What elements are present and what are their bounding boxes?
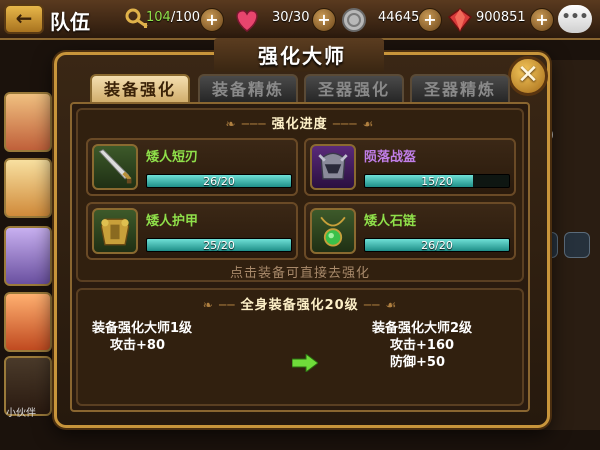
equipment-card-stone-necklace[interactable]: 矮人石链 26/20	[304, 202, 516, 260]
add-stamina-button[interactable]: +	[200, 8, 224, 32]
progress-text: 15/20	[421, 175, 453, 188]
dialog-title: 强化大师	[258, 44, 346, 68]
progress-section-title: ❧ ─── 强化进度 ─── ☙	[225, 117, 375, 132]
next-master-level: 装备强化大师2级 攻击+160 防御+50	[372, 320, 472, 371]
chat-button[interactable]: •••	[558, 5, 592, 33]
progress-bar: 26/20	[364, 238, 510, 252]
stamina-max: /100	[170, 10, 201, 25]
green-right-arrow-icon	[292, 354, 318, 372]
ornament-right-icon: ── ☙	[358, 298, 398, 312]
ornament-right-icon: ─── ☙	[327, 117, 375, 131]
equipment-name: 矮人短刃	[146, 150, 199, 165]
tab-relic-refine[interactable]: 圣器精炼	[410, 74, 510, 104]
equipment-card-war-helmet[interactable]: 陨落战盔 15/20	[304, 138, 516, 196]
short-blade-icon	[92, 144, 138, 190]
progress-bar: 15/20	[364, 174, 510, 188]
progress-bar: 25/20	[146, 238, 292, 252]
hint-text: 点击装备可直接去强化	[229, 266, 370, 281]
page-title: 队伍	[50, 10, 90, 34]
current-bonus-attack: 攻击+80	[110, 338, 165, 353]
current-master-level: 装备强化大师1级 攻击+80	[92, 320, 192, 354]
equipment-name: 矮人护甲	[146, 214, 199, 229]
add-gems-button[interactable]: +	[530, 8, 554, 32]
master-section-title: ❧ ── 全身装备强化20级 ── ☙	[202, 298, 398, 313]
hearts-count: 30/30	[272, 10, 310, 25]
back-button[interactable]: ←	[4, 4, 44, 34]
stone-necklace-icon	[310, 208, 356, 254]
equipment-card-armor[interactable]: 矮人护甲 25/20	[86, 202, 298, 260]
close-icon: ✕	[517, 60, 539, 90]
tab-equipment-refine[interactable]: 装备精炼	[198, 74, 298, 104]
war-helmet-icon	[310, 144, 356, 190]
gems-count: 900851	[476, 10, 526, 25]
progress-text: 26/20	[421, 239, 453, 252]
chat-bubble-icon: •••	[561, 9, 589, 25]
ornament-left-icon: ❧ ──	[202, 298, 241, 312]
right-slot-2[interactable]	[564, 232, 590, 258]
next-bonus-defense: 防御+50	[390, 355, 445, 370]
companion-label: 小伙伴	[6, 408, 36, 419]
progress-text: 26/20	[203, 175, 235, 188]
portrait-1[interactable]	[4, 92, 52, 152]
back-arrow-icon: ←	[15, 6, 33, 30]
progress-text: 25/20	[203, 239, 235, 252]
gold-coin-icon	[342, 8, 366, 32]
portrait-4[interactable]	[4, 292, 52, 352]
gold-resource: 44645	[340, 6, 430, 34]
add-hearts-button[interactable]: +	[312, 8, 336, 32]
heart-icon	[236, 10, 258, 32]
armor-icon	[92, 208, 138, 254]
add-gold-button[interactable]: +	[418, 8, 442, 32]
gem-icon	[447, 8, 473, 33]
portrait-3[interactable]	[4, 226, 52, 286]
close-button[interactable]: ✕	[508, 56, 548, 96]
progress-bar: 26/20	[146, 174, 292, 188]
next-level-title: 装备强化大师2级	[372, 321, 473, 336]
gems-resource: 900851	[446, 6, 536, 34]
stamina-current: 104	[146, 10, 171, 25]
ornament-left-icon: ❧ ───	[225, 117, 272, 131]
gold-count: 44645	[378, 10, 420, 25]
portrait-2[interactable]	[4, 158, 52, 218]
top-bar: ← 队伍 104/100 + 30/30 + 44645 + 900851 + …	[0, 0, 600, 40]
next-bonus-attack: 攻击+160	[390, 338, 455, 353]
tab-relic-enhance[interactable]: 圣器强化	[304, 74, 404, 104]
hearts-resource: 30/30	[230, 6, 320, 34]
tab-equipment-enhance[interactable]: 装备强化	[90, 74, 190, 104]
equipment-card-short-blade[interactable]: 矮人短刃 26/20	[86, 138, 298, 196]
equipment-name: 陨落战盔	[364, 150, 417, 165]
current-level-title: 装备强化大师1级	[92, 321, 193, 336]
equipment-name: 矮人石链	[364, 214, 417, 229]
